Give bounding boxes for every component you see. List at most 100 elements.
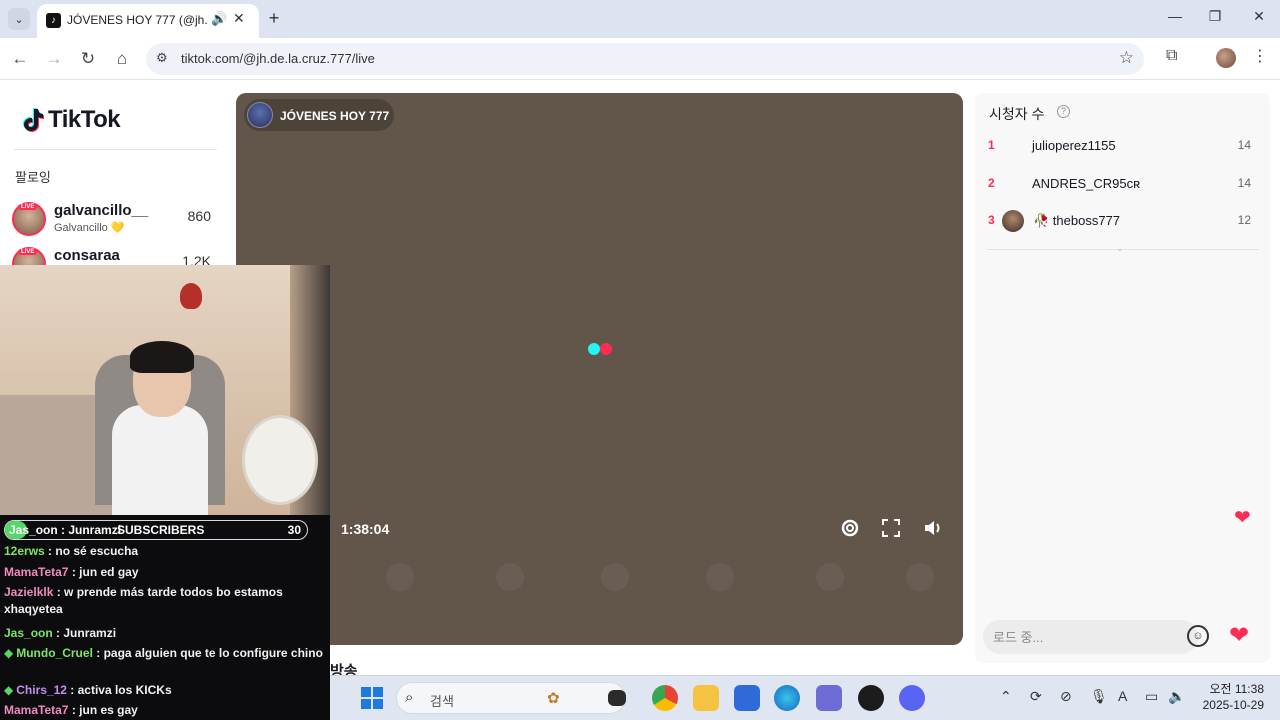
edge-app-icon[interactable] [774,685,800,711]
chat-text: no sé escucha [55,544,139,558]
chat-text: jun ed gay [79,565,139,579]
chat-message: ◆ Chirs_12 : activa los KICKs [4,682,326,699]
obs-app-icon[interactable] [858,685,884,711]
tray-volume-icon[interactable]: 🔈 [1168,688,1185,705]
teams-app-icon[interactable] [816,685,842,711]
chat-message: MamaTeta7 : jun es gay [4,702,326,719]
browser-menu-icon[interactable]: ⋮ [1252,46,1268,66]
host-name: JÓVENES HOY 777 [280,109,390,123]
viewer-row[interactable]: 3 🥀 theboss777 12 [975,208,1270,238]
viewer-name[interactable]: 🥀 theboss777 [1033,213,1120,229]
subscribers-label: SUBSCRIBERS [117,523,205,537]
settings-gear-icon[interactable] [839,517,861,539]
comment-input[interactable] [993,620,1173,654]
following-name: galvancillo__ [54,202,149,219]
like-heart-icon[interactable]: ❤ [1229,621,1249,650]
volume-icon[interactable] [922,517,944,539]
minimize-icon[interactable]: — [1160,8,1190,24]
webcam-wall-decoration [180,283,202,309]
tab-audio-icon[interactable]: 🔊 [211,11,227,27]
reload-icon[interactable]: ↻ [76,47,100,71]
viewer-rank: 2 [988,176,995,190]
chat-separator: : [53,585,65,599]
terminal-app-icon[interactable] [608,690,626,706]
viewer-name[interactable]: ANDRES_CR95ᴄʀ [1032,176,1140,191]
viewer-rank: 1 [988,138,995,152]
windows-start-icon[interactable] [361,687,383,709]
viewer-name[interactable]: julioperez1155 [1032,138,1116,153]
browser-tab[interactable]: ♪ JÓVENES HOY 777 (@jh.de 🔊 ✕ [37,4,259,38]
extensions-icon[interactable]: ⧉ [1166,47,1177,65]
avatar[interactable] [1002,210,1024,232]
following-item[interactable]: LIVE galvancillo__ Galvancillo 💛 860 [12,202,217,242]
back-icon[interactable]: ← [8,47,32,71]
viewer-row[interactable]: 1 julioperez1155 14 [975,133,1270,163]
viewer-ranking-panel: 시청자 수 ? 1 julioperez1155 14 2 ANDRES_CR9… [975,93,1270,663]
profile-avatar[interactable] [1216,48,1236,68]
store-app-icon[interactable] [734,685,760,711]
viewer-score: 12 [1237,213,1251,227]
host-avatar[interactable] [247,102,273,128]
window-close-icon[interactable]: ✕ [1244,8,1274,25]
viewer-score: 14 [1237,176,1251,190]
taskbar-search[interactable]: ⌕ 검색 ✿ [396,682,626,714]
search-icon: ⌕ [405,689,414,706]
tray-chevron-icon[interactable]: ⌃ [1000,688,1012,705]
chat-message: MamaTeta7 : jun ed gay [4,564,326,581]
chat-separator: : [92,646,104,660]
bookmark-star-icon[interactable]: ☆ [1119,48,1134,68]
discord-app-icon[interactable] [899,685,925,711]
chat-separator: : [68,565,80,579]
chat-username: Chirs_12 [16,683,67,697]
following-name: consaraa [54,247,120,264]
webcam-fan [242,415,318,505]
taskbar-search-text: 검색 [430,694,454,709]
viewer-row[interactable]: 2 ANDRES_CR95ᴄʀ 14 [975,171,1270,201]
new-tab-icon[interactable]: + [264,8,284,29]
restore-icon[interactable]: ❐ [1200,8,1230,25]
forward-icon[interactable]: → [42,47,66,71]
host-info-pill[interactable]: JÓVENES HOY 777 [244,99,394,131]
comment-field[interactable] [983,620,1198,654]
following-subtitle: Galvancillo 💛 [54,222,125,234]
file-explorer-icon[interactable] [693,685,719,711]
floating-heart-icon: ❤ [1234,507,1251,529]
chat-message: Jazielklk : w prende más tarde todos bo … [4,584,326,618]
help-icon[interactable]: ? [1057,105,1070,118]
elapsed-time: 1:38:04 [341,521,390,537]
site-info-icon[interactable]: ⚙ [156,50,168,66]
tab-search-icon[interactable]: ⌄ [8,8,30,30]
live-video-player[interactable]: JÓVENES HOY 777 1:38:04 [236,93,963,645]
chat-username: MamaTeta7 [4,703,69,717]
chat-text: Junramzi [63,626,117,640]
tray-mic-icon[interactable]: 🎙 [1090,688,1108,705]
viewer-score: 14 [1237,138,1251,152]
tiktok-logo[interactable]: TikTok [22,106,121,134]
chat-separator: : [68,703,80,717]
loader-dot-cyan [588,343,600,355]
chat-message: ◆ Mundo_Cruel : paga alguien que te lo co… [4,645,326,662]
live-badge: LIVE [18,249,38,255]
home-icon[interactable]: ⌂ [110,47,134,71]
fullscreen-icon[interactable] [880,517,902,539]
chat-badge-icon: ◆ [4,683,14,697]
system-tray: ⌃ ⟳ ⊘ 🎙 A ▭ 🔈 [1000,688,1185,710]
chrome-app-icon[interactable] [652,685,678,711]
taskbar-clock[interactable]: 오전 11:38 2025-10-29 [1202,681,1264,713]
tab-close-icon[interactable]: ✕ [233,10,245,27]
emoji-icon[interactable]: ☺ [1187,625,1209,647]
webcam-person [112,405,208,515]
tray-sync-icon[interactable]: ⟳ [1030,688,1042,705]
chat-separator: : [44,544,56,558]
chat-username: MamaTeta7 [4,565,69,579]
loading-spinner [588,343,616,355]
tray-record-icon[interactable]: ⊘ [1060,688,1072,705]
tray-ime-icon[interactable]: A [1118,688,1127,704]
webcam-person-hair [130,341,194,373]
tray-network-icon[interactable]: ▭ [1145,688,1158,705]
expand-chevron-icon[interactable]: ⌄ [1116,243,1124,254]
url-text[interactable]: tiktok.com/@jh.de.la.cruz.777/live [181,51,375,66]
address-bar[interactable]: ⚙ tiktok.com/@jh.de.la.cruz.777/live ☆ [146,43,1144,75]
chat-message: 12erws : no sé escucha [4,543,326,560]
following-viewer-count: 860 [187,208,211,224]
